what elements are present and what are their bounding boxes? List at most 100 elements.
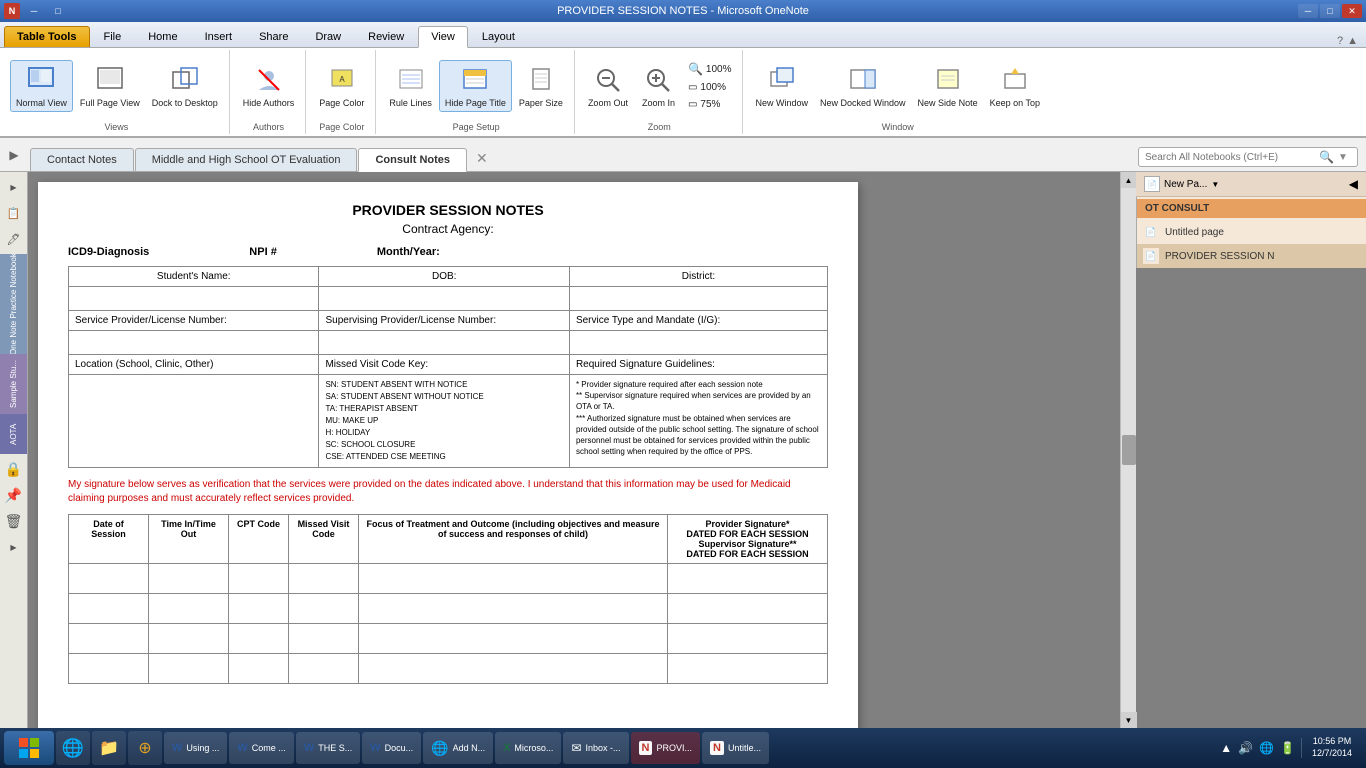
tab-table-tools[interactable]: Table Tools — [4, 26, 90, 47]
sample-label[interactable]: Sample Stu... — [0, 354, 27, 414]
session-missed-1[interactable] — [289, 564, 359, 594]
tray-sound-icon[interactable]: 🔊 — [1236, 739, 1255, 757]
taskbar-word-come[interactable]: W Come ... — [229, 732, 293, 764]
supervising-provider-value[interactable] — [319, 331, 569, 355]
untitled-page-item[interactable]: 📄 Untitled page — [1137, 220, 1366, 244]
new-docked-window-button[interactable]: New Docked Window — [815, 61, 911, 111]
taskbar-untitle[interactable]: N Untitle... — [702, 732, 769, 764]
taskbar-ie-icon[interactable]: 🌐 — [56, 731, 90, 765]
taskbar-inbox[interactable]: ✉ Inbox -... — [563, 732, 628, 764]
tab-share[interactable]: Share — [246, 26, 301, 47]
session-focus-2[interactable] — [359, 594, 668, 624]
window-minimize-button[interactable]: ─ — [1298, 4, 1318, 18]
ribbon-toggle-icon[interactable]: ▲ — [1347, 35, 1358, 47]
session-sig-1[interactable] — [668, 564, 828, 594]
provider-session-item[interactable]: 📄 PROVIDER SESSION N — [1137, 244, 1366, 268]
session-missed-4[interactable] — [289, 654, 359, 684]
aota-label[interactable]: AOTA — [0, 414, 27, 454]
tab-middle-high-school[interactable]: Middle and High School OT Evaluation — [135, 148, 358, 171]
zoom-100-button[interactable]: 🔍 100% — [684, 60, 736, 78]
tab-layout[interactable]: Layout — [469, 26, 528, 47]
scroll-thumb[interactable] — [1122, 435, 1136, 465]
tab-home[interactable]: Home — [135, 26, 190, 47]
session-date-4[interactable] — [69, 654, 149, 684]
session-missed-3[interactable] — [289, 624, 359, 654]
right-panel-collapse-icon[interactable]: ◀ — [1349, 177, 1358, 191]
normal-view-button[interactable]: Normal View — [10, 60, 73, 112]
scroll-up-button[interactable]: ▲ — [1121, 172, 1137, 188]
session-date-1[interactable] — [69, 564, 149, 594]
zoom-75-button[interactable]: ▭ 75% — [684, 97, 736, 112]
session-cpt-4[interactable] — [229, 654, 289, 684]
start-button[interactable] — [4, 731, 54, 765]
taskbar-provi[interactable]: N PROVI... — [631, 732, 700, 764]
clock[interactable]: 10:56 PM 12/7/2014 — [1306, 734, 1358, 761]
sidebar-icon-4[interactable]: 📌 — [3, 484, 25, 506]
session-cpt-2[interactable] — [229, 594, 289, 624]
minimize-icon[interactable]: ─ — [24, 4, 44, 18]
tab-contact-notes[interactable]: Contact Notes — [30, 148, 134, 171]
session-date-3[interactable] — [69, 624, 149, 654]
hide-authors-button[interactable]: Hide Authors — [238, 61, 300, 111]
service-type-value[interactable] — [569, 331, 827, 355]
sidebar-icon-2[interactable]: 🖊 — [3, 228, 25, 250]
ot-consult-section[interactable]: OT CONSULT — [1137, 199, 1366, 218]
district-value[interactable] — [569, 287, 827, 311]
sidebar-icon-3[interactable]: 🔒 — [3, 458, 25, 480]
session-sig-3[interactable] — [668, 624, 828, 654]
session-sig-4[interactable] — [668, 654, 828, 684]
sidebar-icon-1[interactable]: 📋 — [3, 202, 25, 224]
help-icon[interactable]: ? — [1337, 35, 1343, 47]
new-page-dropdown[interactable]: ▼ — [1211, 180, 1219, 189]
taskbar-folder-icon[interactable]: 📁 — [92, 731, 126, 765]
tab-consult-notes[interactable]: Consult Notes — [358, 148, 467, 172]
session-cpt-1[interactable] — [229, 564, 289, 594]
session-sig-2[interactable] — [668, 594, 828, 624]
search-dropdown-icon[interactable]: ▼ — [1338, 152, 1348, 163]
zoom-in-button[interactable]: Zoom In — [637, 61, 680, 111]
taskbar-word-docu[interactable]: W Docu... — [362, 732, 421, 764]
zoom-out-button[interactable]: Zoom Out — [583, 61, 633, 111]
session-missed-2[interactable] — [289, 594, 359, 624]
tab-view[interactable]: View — [418, 26, 468, 48]
dock-to-desktop-button[interactable]: Dock to Desktop — [147, 61, 223, 111]
tabs-nav-left[interactable]: ▶ — [5, 146, 23, 164]
rule-lines-button[interactable]: Rule Lines — [384, 61, 437, 111]
new-tab-button[interactable]: ✕ — [468, 146, 496, 171]
paper-size-button[interactable]: Paper Size — [514, 61, 568, 111]
taskbar-microso[interactable]: X Microso... — [495, 732, 561, 764]
notebook-label[interactable]: One Note Practice Notebook — [0, 254, 27, 354]
session-focus-3[interactable] — [359, 624, 668, 654]
session-time-2[interactable] — [149, 594, 229, 624]
session-focus-1[interactable] — [359, 564, 668, 594]
scroll-down-button[interactable]: ▼ — [1121, 712, 1137, 728]
session-date-2[interactable] — [69, 594, 149, 624]
dob-value[interactable] — [319, 287, 569, 311]
page-color-button[interactable]: A Page Color — [314, 61, 369, 111]
window-restore-button[interactable]: □ — [1320, 4, 1340, 18]
tray-battery-icon[interactable]: 🔋 — [1278, 739, 1297, 757]
taskbar-add-n[interactable]: 🌐 Add N... — [423, 732, 493, 764]
search-icon[interactable]: 🔍 — [1319, 150, 1334, 164]
location-value[interactable] — [69, 375, 319, 468]
taskbar-word-the[interactable]: W THE S... — [296, 732, 360, 764]
tab-insert[interactable]: Insert — [192, 26, 246, 47]
session-focus-4[interactable] — [359, 654, 668, 684]
tab-draw[interactable]: Draw — [302, 26, 354, 47]
window-close-button[interactable]: ✕ — [1342, 4, 1362, 18]
hide-page-title-button[interactable]: Hide Page Title — [439, 60, 512, 112]
maximize-icon[interactable]: □ — [48, 4, 68, 18]
sidebar-icon-5[interactable]: 🗑 — [3, 510, 25, 532]
session-time-3[interactable] — [149, 624, 229, 654]
taskbar-ie2-icon[interactable]: ⊕ — [128, 731, 162, 765]
zoom-100-2-button[interactable]: ▭ 100% — [684, 80, 736, 95]
new-side-note-button[interactable]: New Side Note — [913, 61, 983, 111]
scrollbar[interactable]: ▲ ▼ — [1120, 172, 1136, 728]
session-cpt-3[interactable] — [229, 624, 289, 654]
new-window-button[interactable]: New Window — [751, 61, 814, 111]
sidebar-expand-bottom-icon[interactable]: ▶ — [3, 536, 25, 558]
full-page-view-button[interactable]: Full Page View — [75, 61, 145, 111]
tray-expand-icon[interactable]: ▲ — [1218, 739, 1234, 757]
tray-network-icon[interactable]: 🌐 — [1257, 739, 1276, 757]
session-time-4[interactable] — [149, 654, 229, 684]
